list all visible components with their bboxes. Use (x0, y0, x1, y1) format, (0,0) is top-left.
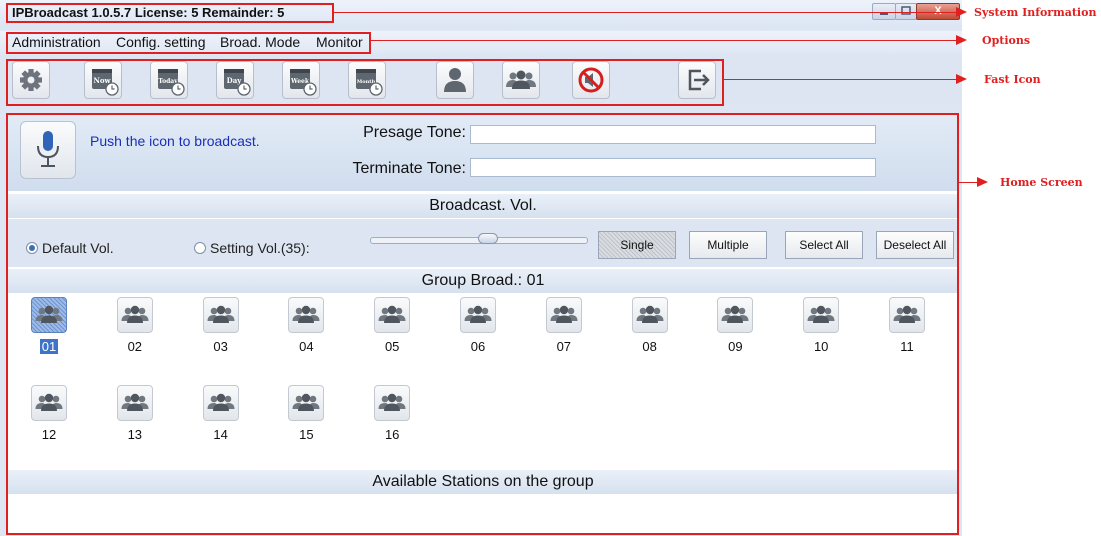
fast-icon-highlight (6, 59, 724, 106)
window-controls: X (872, 3, 960, 20)
home-screen-highlight (6, 113, 959, 535)
home-screen-arrow (977, 177, 988, 187)
options-highlight (6, 32, 371, 54)
home-screen-annotation: Home Screen (1000, 176, 1083, 189)
close-icon: X (934, 5, 942, 17)
system-info-pointer (334, 12, 956, 13)
options-annotation: Options (982, 34, 1031, 47)
options-pointer (371, 40, 956, 41)
system-info-arrow (956, 7, 967, 17)
fast-icon-pointer (724, 79, 956, 80)
system-information-annotation: System Information (974, 6, 1097, 19)
fast-icon-annotation: Fast Icon (984, 73, 1041, 86)
options-arrow (956, 35, 967, 45)
fast-icon-arrow (956, 74, 967, 84)
home-screen-pointer (959, 182, 977, 183)
system-info-highlight (6, 3, 334, 23)
